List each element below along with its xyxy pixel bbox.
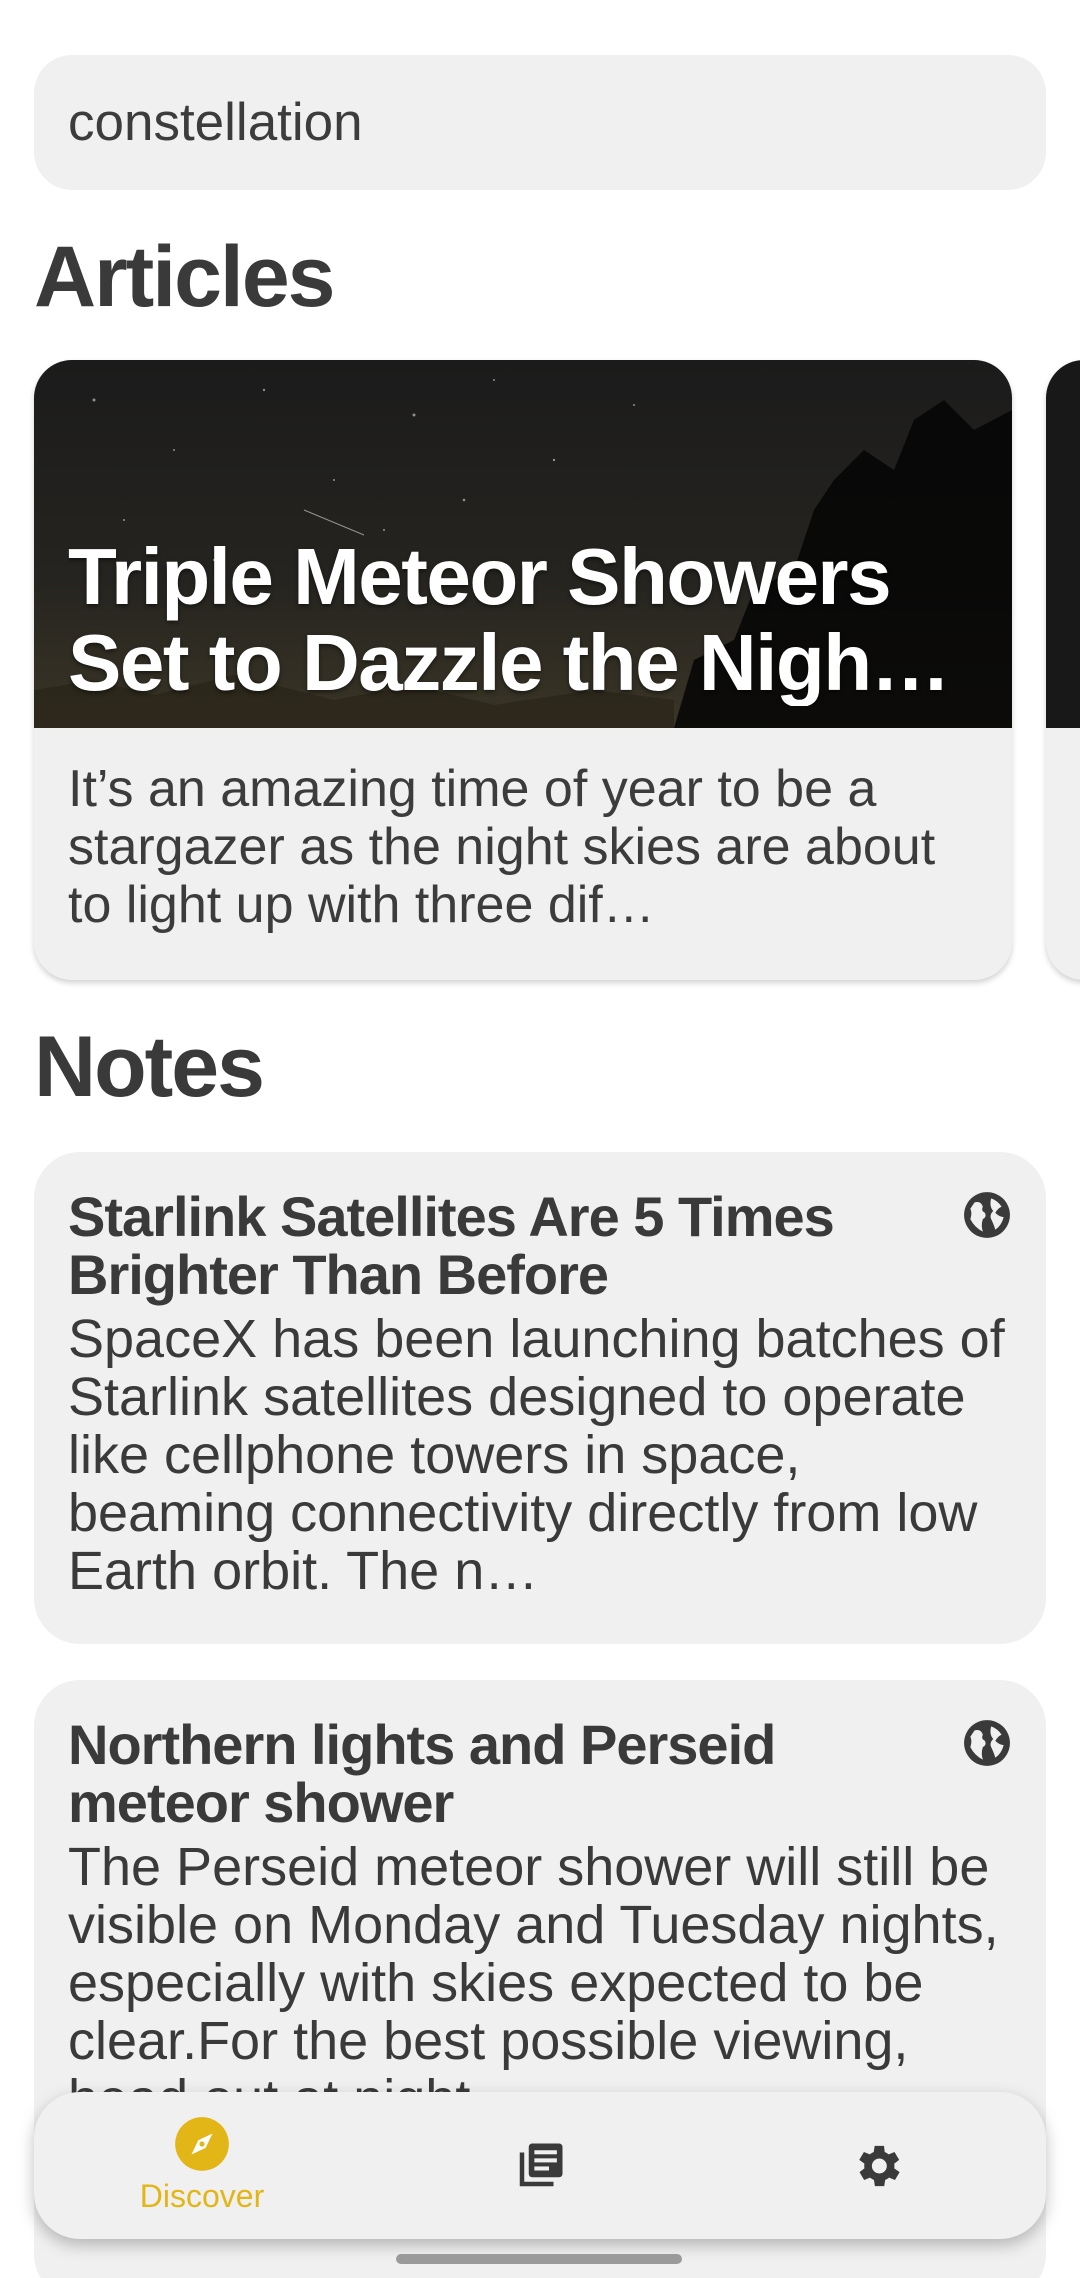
notes-heading: Notes <box>34 1019 265 1115</box>
nav-settings[interactable] <box>777 2092 977 2239</box>
nav-discover[interactable]: Discover <box>102 2092 302 2239</box>
note-title: Starlink Satellites Are 5 Times Brighter… <box>68 1185 835 1306</box>
article-card[interactable]: Triple Meteor Showers Set to Dazzle the … <box>34 360 1012 980</box>
nav-articles[interactable] <box>440 2092 640 2239</box>
home-indicator[interactable] <box>396 2254 682 2264</box>
next-article-image <box>1046 360 1080 728</box>
note-body: The Perseid meteor shower will still be … <box>68 1837 999 2128</box>
search-input[interactable]: constellation <box>34 55 1046 190</box>
bottom-navigation: Discover <box>34 2092 1046 2239</box>
note-card[interactable]: Starlink Satellites Are 5 Times Brighter… <box>34 1152 1046 1644</box>
article-description: It’s an amazing time of year to be a sta… <box>68 760 936 934</box>
compass-icon <box>175 2117 229 2171</box>
search-query: constellation <box>68 93 363 152</box>
article-title: Triple Meteor Showers Set to Dazzle the … <box>68 534 951 706</box>
articles-heading: Articles <box>34 229 335 325</box>
gear-icon <box>859 2145 900 2186</box>
note-body: SpaceX has been launching batches of Sta… <box>68 1310 1005 1600</box>
next-article-card[interactable] <box>1046 360 1080 980</box>
globe-icon <box>964 1720 1010 1766</box>
articles-icon <box>519 2143 563 2186</box>
article-image: Triple Meteor Showers Set to Dazzle the … <box>34 360 1012 728</box>
nav-discover-label: Discover <box>139 2178 265 2214</box>
note-title: Northern lights and Perseid meteor showe… <box>68 1713 776 1834</box>
discover-screen: constellation Articles Triple Meteor Sho… <box>0 0 1080 2278</box>
globe-icon <box>964 1192 1010 1238</box>
